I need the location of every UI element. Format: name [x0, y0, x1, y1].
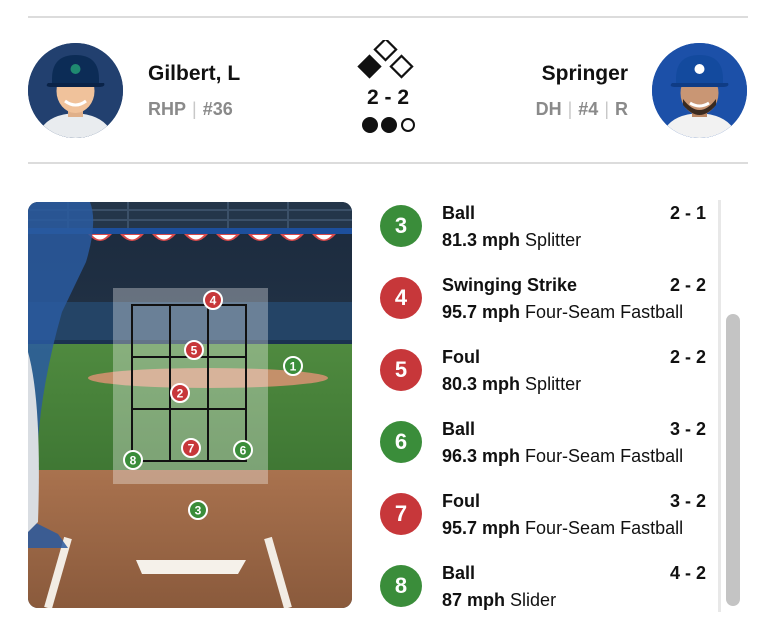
ball-strike-count: 2 - 2 [366, 86, 410, 109]
pitch-marker-number: 2 [177, 387, 184, 401]
pitch-result: Ball [442, 419, 476, 439]
pitch-detail: 87 mph Slider [442, 590, 556, 611]
pitch-result: Swinging Strike [442, 275, 578, 295]
pitch-type: Four-Seam Fastball [525, 518, 684, 538]
pitch-number-badge: 3 [380, 205, 422, 247]
scrollbar-thumb[interactable] [726, 314, 740, 606]
pitch-speed: 87 mph [442, 590, 506, 610]
scrollbar-track[interactable] [718, 200, 721, 612]
pitch-marker-number: 5 [191, 344, 198, 358]
pitch-marker[interactable]: 6 [233, 440, 253, 460]
batter-avatar[interactable] [652, 43, 747, 138]
pitch-log-list[interactable]: 3 Ball 2 - 1 81.3 mph Splitter 4 Swingin… [370, 200, 718, 612]
pitch-marker[interactable]: 2 [170, 383, 190, 403]
batter-number: #4 [578, 99, 599, 119]
pitch-log-row[interactable]: 8 Ball 4 - 2 87 mph Slider [370, 560, 718, 612]
meta-separator: | [604, 99, 609, 119]
third-base-icon [357, 54, 382, 79]
pitch-number-badge: 8 [380, 565, 422, 607]
pitch-number-badge: 7 [380, 493, 422, 535]
batter-name[interactable]: Springer [542, 62, 628, 86]
pitch-type: Four-Seam Fastball [525, 302, 684, 322]
pitch-speed: 95.7 mph [442, 302, 521, 322]
pitch-count: 4 - 2 [669, 563, 706, 583]
pitch-speed: 96.3 mph [442, 446, 521, 466]
pitch-detail: 81.3 mph Splitter [442, 230, 581, 251]
pitch-log-row[interactable]: 5 Foul 2 - 2 80.3 mph Splitter [370, 344, 718, 416]
batter-position: DH [535, 99, 562, 119]
pitch-speed: 80.3 mph [442, 374, 521, 394]
pitch-marker-number: 6 [240, 444, 247, 458]
out-dot-icon [362, 117, 378, 133]
pitch-count: 3 - 2 [669, 419, 706, 439]
pitch-type: Slider [510, 590, 557, 610]
pitch-speed: 81.3 mph [442, 230, 521, 250]
pitch-number-badge: 5 [380, 349, 422, 391]
pitch-result: Foul [442, 491, 480, 511]
pitch-type: Splitter [525, 230, 582, 250]
pitch-marker-number: 8 [130, 454, 137, 468]
first-base-icon [389, 54, 414, 79]
pitch-marker[interactable]: 8 [123, 450, 143, 470]
pitch-marker[interactable]: 7 [181, 438, 201, 458]
pitch-detail: 95.7 mph Four-Seam Fastball [442, 302, 683, 323]
meta-separator: | [567, 99, 573, 119]
pitcher-name[interactable]: Gilbert, L [148, 62, 240, 86]
strike-zone-view: 1 2 3 4 5 6 7 8 [28, 202, 352, 608]
pitch-result: Ball [442, 203, 476, 223]
pitch-type: Four-Seam Fastball [525, 446, 684, 466]
pitch-marker[interactable]: 4 [203, 290, 223, 310]
batter-headshot-icon [652, 43, 747, 138]
base-diamond-icon [357, 40, 414, 79]
pitch-marker-number: 7 [188, 442, 195, 456]
second-base-icon [373, 40, 398, 62]
batter-bats: R [615, 99, 628, 119]
pitch-log-row[interactable]: 4 Swinging Strike 2 - 2 95.7 mph Four-Se… [370, 272, 718, 344]
pitcher-headshot-icon [28, 43, 123, 138]
pitch-count: 2 - 1 [669, 203, 706, 223]
pitch-number-badge: 4 [380, 277, 422, 319]
pitch-count: 3 - 2 [669, 491, 706, 511]
batter-meta: DH | #4 | R [536, 99, 628, 120]
pitch-detail: 80.3 mph Splitter [442, 374, 581, 395]
pitch-result: Foul [442, 347, 480, 367]
pitch-result: Ball [442, 563, 476, 583]
top-divider [28, 16, 748, 18]
pitch-marker[interactable]: 1 [283, 356, 303, 376]
pitch-detail: 95.7 mph Four-Seam Fastball [442, 518, 683, 539]
pitch-log-row[interactable]: 7 Foul 3 - 2 95.7 mph Four-Seam Fastball [370, 488, 718, 560]
pitcher-avatar[interactable] [28, 43, 123, 138]
pitch-marker-number: 3 [195, 504, 202, 518]
pitch-count: 2 - 2 [669, 275, 706, 295]
pitch-log-row[interactable]: 3 Ball 2 - 1 81.3 mph Splitter [370, 200, 718, 272]
pitch-markers-layer: 1 2 3 4 5 6 7 8 [123, 290, 303, 520]
meta-separator: | [192, 99, 197, 119]
outs-indicator [362, 117, 415, 133]
out-dot-icon [381, 117, 397, 133]
pitcher-hand: RHP [148, 99, 187, 119]
out-dot-icon [401, 118, 415, 132]
pitch-number-badge: 6 [380, 421, 422, 463]
pitch-type: Splitter [525, 374, 582, 394]
pitcher-number: #36 [202, 99, 233, 119]
pitch-marker[interactable]: 3 [188, 500, 208, 520]
section-divider [28, 162, 748, 164]
pitch-detail: 96.3 mph Four-Seam Fastball [442, 446, 683, 467]
pitch-marker[interactable]: 5 [184, 340, 204, 360]
pitch-speed: 95.7 mph [442, 518, 521, 538]
pitch-log-row[interactable]: 6 Ball 3 - 2 96.3 mph Four-Seam Fastball [370, 416, 718, 488]
pitcher-meta: RHP | #36 [148, 99, 233, 120]
pitch-marker-number: 4 [210, 294, 217, 308]
pitch-marker-number: 1 [290, 360, 297, 374]
pitch-count: 2 - 2 [669, 347, 706, 367]
